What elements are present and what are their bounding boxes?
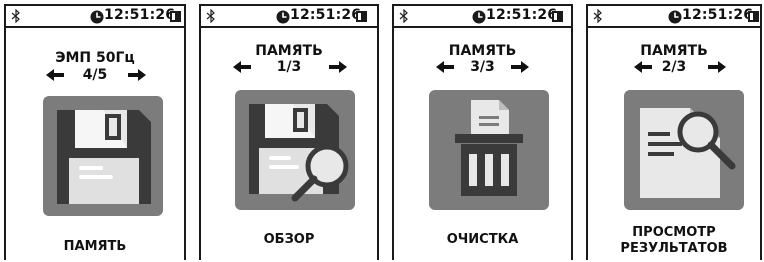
bluetooth-icon: [593, 9, 602, 23]
caption-line: ОБЗОР: [263, 232, 315, 247]
page-counter: 1/3: [276, 59, 302, 75]
nav-row: 4/5: [6, 67, 184, 83]
menu-caption: ПРОСМОТР РЕЗУЛЬТАТОВ: [588, 225, 760, 257]
status-time: 12:51:26: [682, 7, 754, 23]
nav-row: 3/3: [394, 59, 571, 75]
clear-tile[interactable]: [429, 90, 549, 210]
bluetooth-icon: [206, 9, 215, 23]
view-results-tile[interactable]: [624, 90, 744, 210]
menu-caption: ПАМЯТЬ: [6, 239, 184, 255]
battery-icon: [748, 11, 759, 22]
clock-icon: [668, 10, 682, 24]
screen-title: ПАМЯТЬ: [448, 43, 517, 59]
device-screen-review: 12:51:26 ПАМЯТЬ 1/3 ОБЗОР: [199, 4, 379, 260]
status-bar: 12:51:26: [6, 6, 184, 28]
device-screen-emp: 12:51:26 ЭМП 50Гц 4/5 ПАМЯТЬ: [4, 4, 186, 260]
status-bar: 12:51:26: [394, 6, 571, 28]
screen-title: ПАМЯТЬ: [255, 43, 323, 59]
caption-line: РЕЗУЛЬТАТОВ: [620, 241, 728, 256]
arrow-right-icon[interactable]: [511, 61, 529, 73]
device-screen-results: 12:51:26 ПАМЯТЬ 2/3 ПРОСМОТР РЕЗУЛЬТАТОВ: [586, 4, 762, 260]
screen-title: ЭМП 50Гц: [55, 50, 135, 66]
clock-icon: [276, 10, 290, 24]
trash-document-icon: [455, 100, 523, 196]
floppy-disk-icon: [57, 110, 151, 204]
nav-row: 2/3: [588, 59, 760, 75]
page-counter: 2/3: [661, 59, 687, 75]
clock-icon: [90, 10, 104, 24]
document-magnifier-icon: [640, 108, 736, 198]
menu-caption: ОБЗОР: [201, 232, 377, 248]
caption-line: ПАМЯТЬ: [63, 239, 127, 254]
page-counter: 4/5: [82, 67, 108, 83]
battery-icon: [356, 11, 367, 22]
arrow-right-icon[interactable]: [128, 69, 146, 81]
memory-tile[interactable]: [43, 96, 163, 216]
status-bar: 12:51:26: [201, 6, 377, 28]
arrow-right-icon[interactable]: [708, 61, 726, 73]
nav-row: 1/3: [201, 59, 377, 75]
device-screen-clear: 12:51:26 ПАМЯТЬ 3/3 ОЧИСТКА: [392, 4, 573, 260]
status-time: 12:51:26: [486, 7, 558, 23]
caption-line: ПРОСМОТР: [632, 225, 716, 240]
status-bar: 12:51:26: [588, 6, 760, 28]
clock-icon: [472, 10, 486, 24]
arrow-right-icon[interactable]: [329, 61, 347, 73]
bluetooth-icon: [399, 9, 408, 23]
bluetooth-icon: [11, 9, 20, 23]
battery-icon: [170, 11, 181, 22]
review-tile[interactable]: [235, 90, 355, 210]
caption-line: ОЧИСТКА: [446, 232, 519, 247]
battery-icon: [552, 11, 563, 22]
screen-title: ПАМЯТЬ: [640, 43, 708, 59]
floppy-magnifier-icon: [249, 104, 349, 202]
status-time: 12:51:26: [104, 7, 176, 23]
page-counter: 3/3: [470, 59, 495, 75]
menu-caption: ОЧИСТКА: [394, 232, 571, 248]
status-time: 12:51:26: [290, 7, 362, 23]
